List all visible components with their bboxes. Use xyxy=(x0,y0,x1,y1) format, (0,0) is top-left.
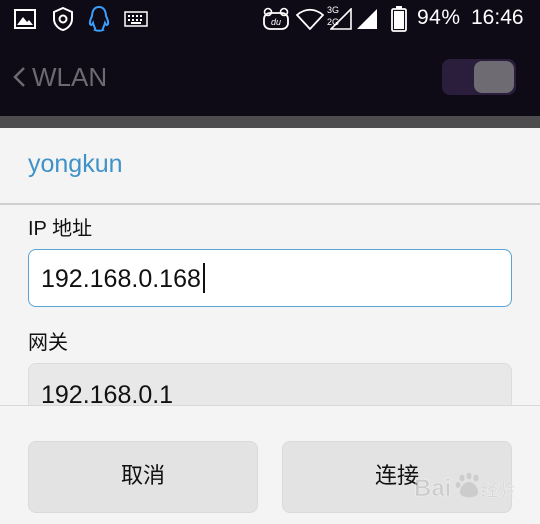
svg-text:du: du xyxy=(271,17,281,27)
gallery-icon xyxy=(14,9,36,29)
cancel-button[interactable]: 取消 xyxy=(28,441,258,513)
keyboard-icon xyxy=(124,11,148,27)
du-icon: du xyxy=(263,7,289,30)
action-bar: WLAN xyxy=(0,38,540,116)
title-divider xyxy=(0,203,540,205)
wlan-toggle[interactable] xyxy=(442,59,516,95)
battery-icon xyxy=(391,6,407,32)
baidu-paw-icon: Bai 经验 xyxy=(414,472,515,502)
baidu-watermark: Bai 经验 xyxy=(410,462,520,516)
page-title: WLAN xyxy=(32,62,108,92)
scroll-fade xyxy=(0,406,540,426)
status-clock: 16:46 xyxy=(471,6,524,29)
toggle-knob xyxy=(474,61,514,93)
content-divider xyxy=(0,405,540,406)
gateway-label: 网关 xyxy=(28,332,68,354)
dialog-title: yongkun xyxy=(28,150,123,178)
back-chevron-icon[interactable] xyxy=(12,66,26,88)
ip-address-label: IP 地址 xyxy=(28,218,93,240)
battery-percent: 94% xyxy=(417,6,461,29)
shield-icon xyxy=(53,7,73,31)
text-caret xyxy=(202,263,205,294)
status-bar: du 3G 2G 94% 16:46 xyxy=(0,0,540,38)
dim-overlay xyxy=(0,116,540,128)
signal-icon xyxy=(330,8,352,30)
qq-icon xyxy=(88,5,110,32)
ip-address-value: 192.168.0.168 xyxy=(41,265,201,293)
wifi-icon xyxy=(296,8,324,30)
ip-address-input[interactable]: 192.168.0.168 xyxy=(28,249,512,307)
watermark-latin: Bai xyxy=(414,475,451,502)
signal-icon xyxy=(357,9,377,29)
watermark-cn: 经验 xyxy=(481,481,515,501)
